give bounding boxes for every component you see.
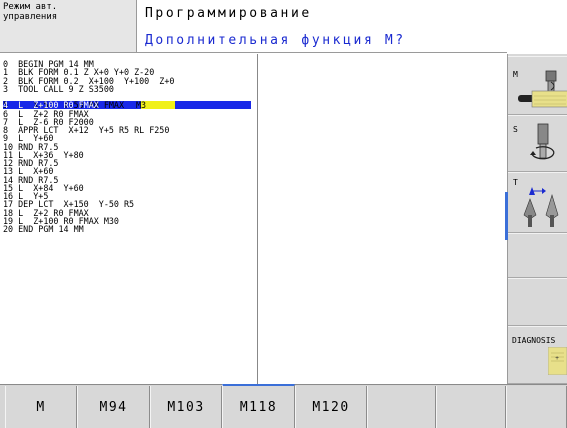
mode-label-line1: Режим авт. (3, 2, 58, 12)
page-title: Программирование (145, 6, 312, 21)
dialog-prompt: Дополнительная функция M? (145, 33, 406, 48)
softkey-m[interactable]: M (5, 386, 77, 428)
softkey-empty[interactable] (508, 278, 567, 326)
spindle-speed-icon (530, 123, 555, 160)
program-line[interactable]: 3 TOOL CALL 9 Z S3500 (3, 84, 174, 93)
nc-program-listing[interactable]: 0 BEGIN PGM 14 MM 1 BLK FORM 0.1 Z X+0 Y… (3, 60, 174, 234)
softkey-empty[interactable] (367, 386, 436, 428)
softkey-empty[interactable] (436, 386, 506, 428)
softkey-m118[interactable]: M118 (222, 384, 295, 428)
softkey-m103[interactable]: M103 (150, 386, 222, 428)
softkey-m-function[interactable]: M (508, 56, 567, 115)
svg-text:+: + (555, 355, 559, 362)
mode-label-line2: управления (3, 12, 58, 22)
softkey-empty[interactable] (508, 233, 567, 278)
graphic-window (259, 54, 507, 384)
softkey-s-label: S (513, 125, 518, 134)
softkey-empty[interactable] (506, 386, 567, 428)
softkey-s-spindle-speed[interactable]: S (508, 115, 567, 172)
operating-mode-box: Режим авт. управления (0, 0, 137, 53)
program-line[interactable]: 20 END PGM 14 MM (3, 225, 174, 234)
softkey-m120[interactable]: M120 (295, 386, 367, 428)
softkey-m94[interactable]: M94 (77, 386, 150, 428)
spindle-icon (518, 70, 567, 108)
diagnosis-icon: + (548, 347, 567, 375)
tool-icon (523, 187, 559, 227)
active-program-line[interactable]: 4 L Z+100 R0 FMAX (3, 101, 104, 110)
softkey-t-tool[interactable]: T (508, 172, 567, 233)
softkey-diagnosis[interactable]: DIAGNOSIS + (508, 326, 567, 384)
m-function-input[interactable]: M3 (136, 101, 146, 110)
softkey-diagnosis-label: DIAGNOSIS (512, 336, 556, 345)
